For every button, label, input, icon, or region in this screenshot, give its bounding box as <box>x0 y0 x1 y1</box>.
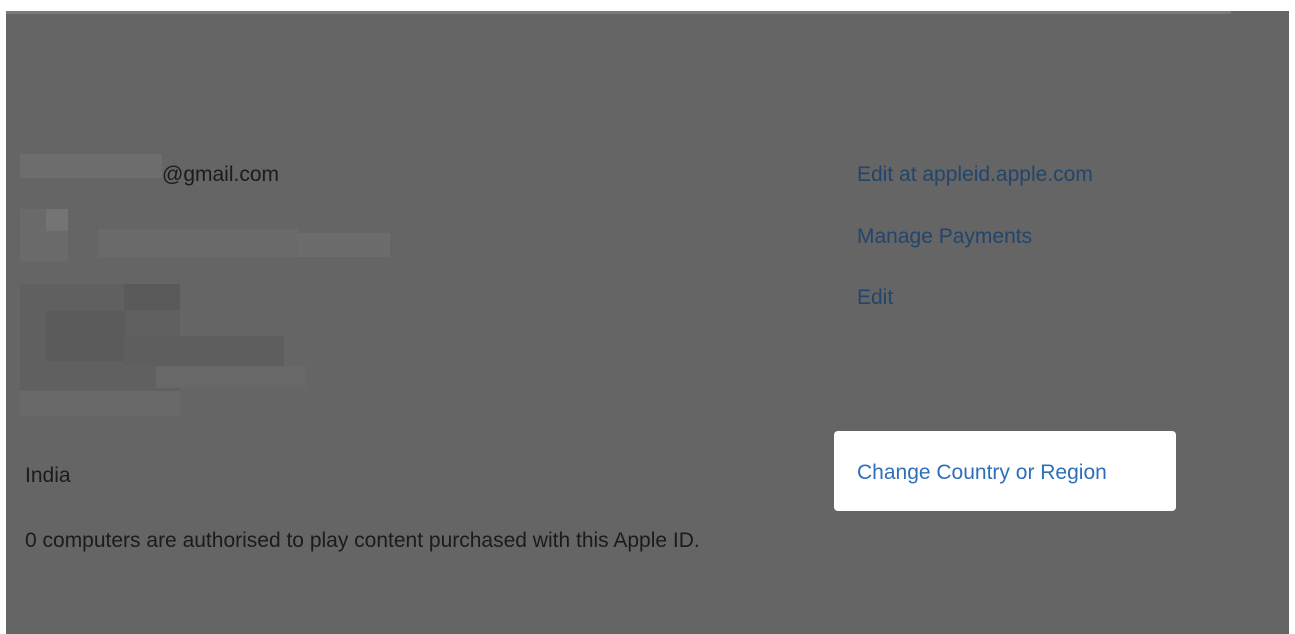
authorised-computers-note: 0 computers are authorised to play conte… <box>25 529 700 552</box>
email-suffix: @gmail.com <box>162 163 280 186</box>
manage-payments-link[interactable]: Manage Payments <box>857 225 1032 249</box>
change-country-highlight: Change Country or Region <box>834 431 1176 511</box>
divider <box>6 11 1231 14</box>
edit-apple-id-link[interactable]: Edit at appleid.apple.com <box>857 163 1093 187</box>
edit-address-link[interactable]: Edit <box>857 286 893 310</box>
country-value: India <box>25 464 71 487</box>
redacted-email-user <box>20 154 162 178</box>
account-info-panel: @gmail.com India 0 computers are authori… <box>6 11 1289 634</box>
change-country-or-region-link[interactable]: Change Country or Region <box>857 461 1107 485</box>
